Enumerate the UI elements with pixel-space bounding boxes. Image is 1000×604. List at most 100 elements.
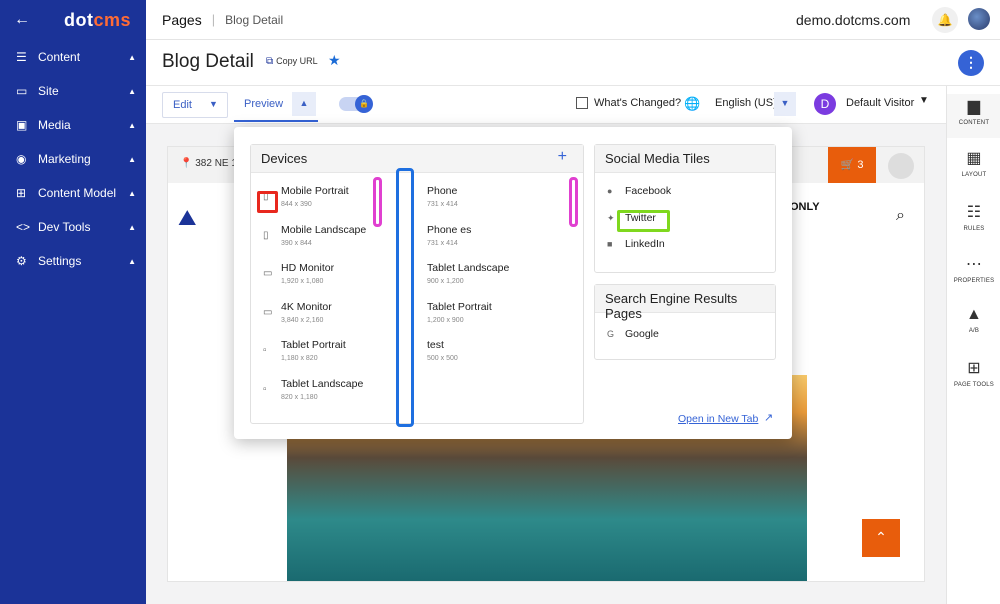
list-icon: ☰ [16,50,27,64]
page-title: Blog Detail [162,51,254,72]
edit-mode-button[interactable]: Edit ▼ [162,92,228,118]
sidebar-item-settings[interactable]: ⚙ Settings ▲ [0,244,146,278]
checkbox-box[interactable] [576,97,588,109]
search-icon[interactable]: ⌕ [896,207,905,225]
sidebar-item-dev-tools[interactable]: <> Dev Tools ▲ [0,210,146,244]
whats-changed-checkbox[interactable]: What's Changed? [576,97,681,109]
panel-rules[interactable]: ☷ RULES [947,202,1000,232]
logo-accent: cms [93,9,132,30]
panel-label: PAGE TOOLS [953,382,994,388]
annotation-blue-bar [396,168,414,427]
device-name: Tablet Landscape [427,262,510,274]
facebook-icon: ● [607,186,613,196]
social-name: LinkedIn [625,238,665,250]
site-host[interactable]: demo.dotcms.com [796,12,910,28]
linkedin-icon: ■ [607,239,613,249]
panel-properties[interactable]: ⋯ PROPERTIES [947,254,1000,284]
main-sidebar: ← dotcms ☰ Content ▲ ▭ Site ▲ ▣ Media ▲ … [0,0,146,604]
site-logo-icon: ⛰ [178,205,197,230]
social-item-facebook[interactable]: ● Facebook [607,185,671,197]
tools-icon: ⊞ [967,360,981,377]
open-in-new-tab-link[interactable]: Open in New Tab [678,413,758,425]
sidebar-item-label: Dev Tools [38,220,91,234]
device-name: Phone [427,185,458,197]
device-size: 900 x 1,200 [427,278,464,285]
monitor-icon: ▭ [263,268,273,279]
lock-toggle[interactable]: 🔒 [339,95,373,113]
breadcrumb-separator: | [211,12,216,27]
dotcms-logo: dotcms [64,10,131,31]
chevron-up-icon: ▲ [128,222,136,232]
sidebar-item-content[interactable]: ☰ Content ▲ [0,40,146,74]
more-options-button[interactable]: ⋮ [958,50,984,76]
language-selector[interactable]: English (US) [715,97,777,109]
device-size: 844 x 390 [281,201,312,208]
panel-label: CONTENT [958,120,990,126]
device-name: Tablet Landscape [281,378,364,390]
chevron-up-icon: ▲ [128,120,136,130]
cart-count: 3 [857,159,864,171]
cart-icon: 🛒 [840,159,855,171]
external-link-icon[interactable]: ↗ [764,411,773,424]
device-name: Tablet Portrait [281,339,346,351]
address-text: 📍 382 NE 1 [180,158,237,169]
chevron-up-icon: ▲ [128,188,136,198]
sidebar-item-label: Settings [38,254,82,268]
flask-icon: ▲ [965,306,983,323]
device-name: Mobile Landscape [281,224,367,236]
scroll-top-button[interactable]: ⌃ [862,519,900,557]
breadcrumb-pages[interactable]: Pages [162,12,202,28]
edit-label: Edit [173,99,192,111]
globe-icon: 🌐 [684,96,701,111]
preview-mode-button[interactable]: Preview ▲ [234,92,318,122]
persona-selector[interactable]: Default Visitor [846,97,914,109]
sidebar-item-content-model[interactable]: ⊞ Content Model ▲ [0,176,146,210]
add-device-button[interactable]: + [558,148,567,166]
image-icon: ▣ [16,118,28,132]
panel-label: LAYOUT [961,172,987,178]
user-avatar[interactable] [888,153,914,179]
sidebar-item-label: Marketing [38,152,91,166]
right-tools-panel: ▆ CONTENT ▦ LAYOUT ☷ RULES ⋯ PROPERTIES … [946,86,1000,604]
sidebar-item-label: Site [38,84,59,98]
copy-url-button[interactable]: ⧉ Copy URL [266,56,318,67]
arrow-left-icon[interactable]: ← [14,11,36,29]
panel-content[interactable]: ▆ CONTENT [947,94,1000,138]
site-banner-text: ONLY [790,201,820,213]
chevron-down-icon[interactable]: ▼ [774,92,796,116]
devices-title: Devices [261,151,308,166]
layout-icon: ▦ [966,150,982,167]
annotation-magenta-bar [373,177,382,227]
annotation-red-box [257,191,278,213]
device-size: 731 x 414 [427,240,458,247]
panel-ab[interactable]: ▲ A/B [947,306,1000,334]
device-name: Phone es [427,224,472,236]
panel-page-tools[interactable]: ⊞ PAGE TOOLS [947,358,1000,388]
device-size: 1,200 x 900 [427,317,464,324]
sidebar-item-media[interactable]: ▣ Media ▲ [0,108,146,142]
devices-header: Devices + [251,145,583,173]
star-icon[interactable]: ★ [328,52,341,69]
chevron-up-icon: ▲ [128,256,136,266]
phone-icon: ▯ [263,230,269,241]
device-size: 731 x 414 [427,201,458,208]
chevron-down-icon[interactable]: ▼ [919,95,929,106]
preview-label: Preview [244,98,284,110]
device-size: 390 x 844 [281,240,312,247]
social-media-panel: Social Media Tiles ● Facebook ✦ Twitter … [594,144,776,273]
seo-item-google[interactable]: G Google [607,328,659,340]
social-title: Social Media Tiles [595,145,775,173]
bell-icon[interactable]: 🔔 [932,7,958,33]
tablet-icon: ▫ [263,384,267,395]
sidebar-item-site[interactable]: ▭ Site ▲ [0,74,146,108]
social-item-linkedin[interactable]: ■ LinkedIn [607,238,665,250]
sidebar-item-marketing[interactable]: ◉ Marketing ▲ [0,142,146,176]
device-size: 500 x 500 [427,355,458,362]
copy-icon: ⧉ [266,56,274,67]
device-size: 3,840 x 2,160 [281,317,324,324]
panel-layout[interactable]: ▦ LAYOUT [947,148,1000,178]
chevron-up-icon[interactable]: ▲ [292,92,316,116]
avatar[interactable] [968,8,990,30]
cart-button[interactable]: 🛒 3 [828,147,876,183]
persona-avatar: D [814,93,836,115]
